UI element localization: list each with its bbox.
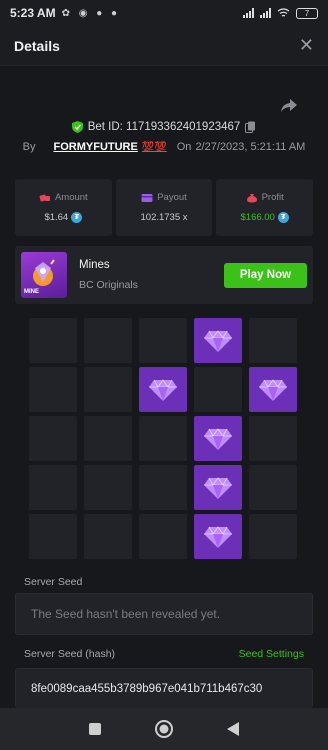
mine-tile [249,416,297,461]
details-header: Details ✕ [0,26,328,66]
game-card: MINE Mines BC Originals Play Now [15,246,313,304]
game-thumbnail: MINE [21,252,67,298]
mine-tile [139,514,187,559]
server-seed-hash-box: 8fe0089caa455b3789b967e041b711b467c30 [15,668,313,708]
bet-id: Bet ID: 117193362401923467 [87,121,241,133]
mine-tile [84,318,132,363]
gem-icon [203,329,233,353]
home-icon [154,720,173,738]
on-label: On [176,141,192,153]
mine-tile [84,465,132,510]
mine-tile [29,465,77,510]
username-link[interactable]: FORMYFUTURE [54,141,138,153]
mine-tile [29,416,77,461]
notification-icons: ✿ ◉ ● ● [61,7,121,19]
mine-tile-gem [194,514,242,559]
coin-icon: ₮ [277,212,289,223]
mine-tile [84,367,132,412]
server-seed-box: The Seed hasn't been revealed yet. [15,593,313,635]
copy-icon[interactable] [245,121,256,133]
payout-label: Payout [157,192,187,203]
bet-stats: Amount $1.64 ₮ Payout 102.1735 x Profit … [15,179,314,236]
profit-value: $166.00 [240,212,275,223]
mine-tile-gem [194,318,242,363]
gem-icon [203,427,233,451]
game-name: Mines [79,259,110,271]
seed-settings-link[interactable]: Seed Settings [239,648,304,660]
mine-tile [84,416,132,461]
bet-byline: By FORMYFUTURE 💯💯 On 2/27/2023, 5:21:11 … [0,141,328,153]
gem-icon [203,476,233,500]
mine-tile [84,514,132,559]
payout-value: 102.1735 x [140,212,188,223]
status-bar: 5:23 AM ✿ ◉ ● ● 7 [0,0,328,26]
mine-tile [139,465,187,510]
share-icon[interactable] [280,96,298,114]
mine-tile [29,367,77,412]
bet-datetime: 2/27/2023, 5:21:11 AM [195,141,306,153]
back-button[interactable] [218,714,248,744]
mines-grid [29,318,297,559]
mine-tile [139,318,187,363]
stat-profit: Profit $166.00 ₮ [216,179,314,236]
home-button[interactable] [149,714,179,744]
signal-2-icon [260,8,271,18]
coin-icon: ₮ [71,212,83,223]
recents-icon [88,723,101,735]
server-seed-hash-value: 8fe0089caa455b3789b967e041b711b467c30 [31,682,263,695]
mine-tile [29,514,77,559]
money-bag-icon [246,193,257,202]
mine-tile [249,465,297,510]
server-seed-hash-label: Server Seed (hash) [24,648,116,660]
gem-icon [203,525,233,549]
close-icon[interactable]: ✕ [299,35,314,56]
status-time: 5:23 AM [10,6,56,20]
mine-tile-gem [139,367,187,412]
mine-tile-gem [249,367,297,412]
amount-value: $1.64 [44,212,69,223]
signal-icon [243,8,254,18]
dice-icon [39,194,50,201]
stat-amount: Amount $1.64 ₮ [15,179,112,236]
battery-icon: 7 [296,7,318,19]
page-title: Details [14,37,60,54]
status-right: 7 [243,7,318,19]
mine-tile [29,318,77,363]
bet-id-row: Bet ID: 117193362401923467 [0,121,328,133]
wifi-icon [277,8,290,17]
amount-label: Amount [54,192,88,203]
game-provider: BC Originals [79,279,138,291]
gem-icon [258,378,288,402]
mine-tile [249,318,297,363]
thumb-label: MINE [24,289,39,295]
mine-tile [139,416,187,461]
stat-payout: Payout 102.1735 x [115,179,213,236]
server-seed-label: Server Seed [24,576,83,588]
mine-tile-gem [194,465,242,510]
play-now-button[interactable]: Play Now [224,262,307,288]
by-label: By [22,141,36,153]
hundred-emoji: 💯💯 [141,141,167,153]
shield-check-icon [71,121,83,133]
mine-tile-gem [194,416,242,461]
mine-tile [249,514,297,559]
back-icon [227,722,240,736]
gem-icon [148,378,178,402]
mine-tile [194,367,242,412]
profit-label: Profit [261,192,284,203]
server-seed-value: The Seed hasn't been revealed yet. [31,607,221,621]
card-icon [141,193,153,202]
recents-button[interactable] [80,714,110,744]
android-nav-bar [0,708,328,750]
